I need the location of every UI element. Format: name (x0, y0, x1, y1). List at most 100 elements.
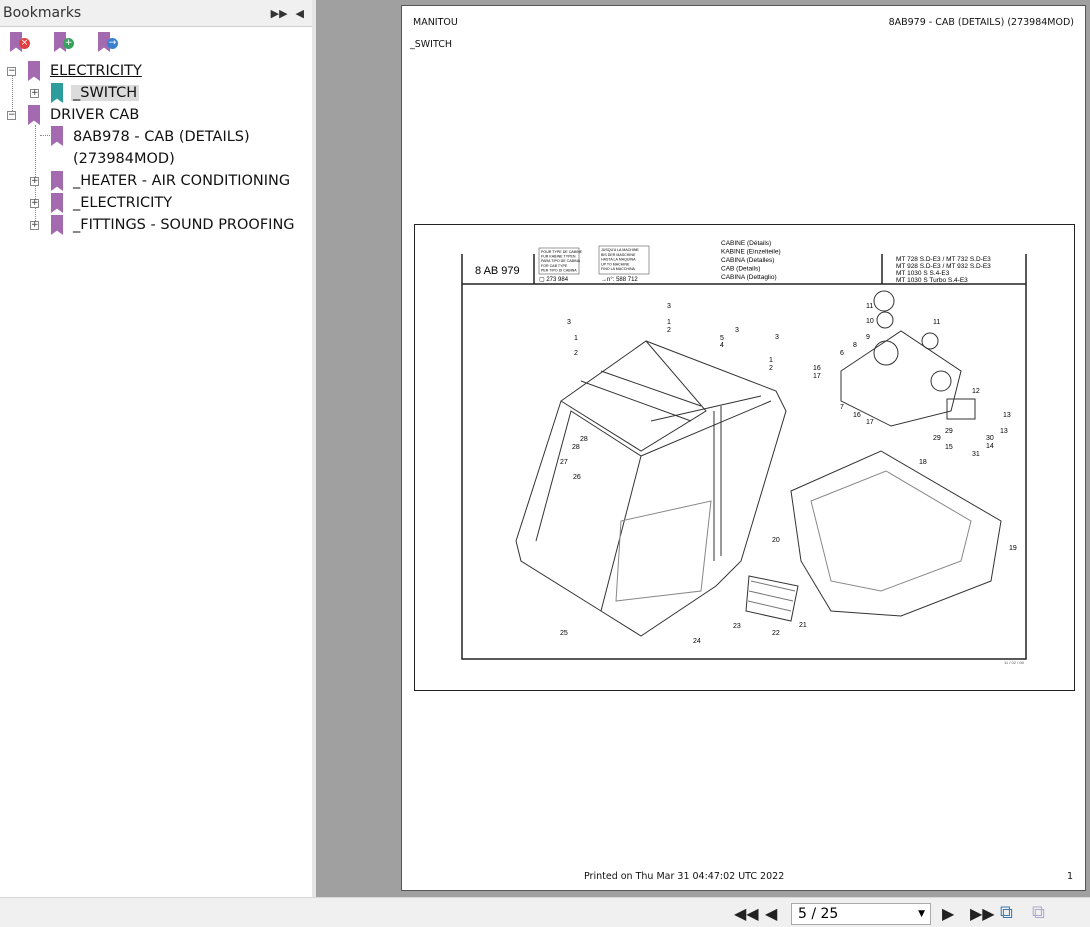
drawing-ref: 8 AB 979 (475, 265, 520, 277)
callout-label: 3 (775, 334, 779, 341)
machine-label: UP TO MACHINE (601, 262, 630, 266)
bookmarks-header: Bookmarks ▶▶ ◀ (0, 0, 312, 27)
cab-type-label: PER TIPO DI CABINA (541, 268, 577, 272)
model-label: MT 928 S.D-E3 / MT 932 S.D-E3 (896, 263, 991, 270)
callout-label: 19 (1009, 545, 1017, 552)
callout-label: 30 (986, 435, 994, 442)
machine-label: HASTA LA MAQUINA (601, 258, 636, 262)
callout-label: 28 (572, 444, 580, 451)
collapse-icon[interactable]: − (7, 110, 16, 120)
parts-diagram: 8 AB 979 POUR TYPE DE CABINEFUR KABINE T… (414, 224, 1075, 691)
callout-label: 2 (769, 365, 773, 372)
expand-icon[interactable]: + (30, 176, 39, 186)
callout-label: 28 (580, 436, 588, 443)
forward-view-icon[interactable]: ⧉ (1032, 902, 1045, 923)
callout-label: 1 (667, 319, 671, 326)
options-icon[interactable]: ▶▶ (271, 7, 288, 20)
collapse-icon[interactable]: − (7, 66, 16, 76)
document-viewer: MANITOU 8AB979 - CAB (DETAILS) (273984MO… (316, 0, 1090, 897)
drawing-title: KABINE (Einzelteile) (721, 249, 781, 256)
tree-item-heater[interactable]: + _HEATER - AIR CONDITIONING (30, 170, 292, 192)
delete-bookmark-button[interactable]: × (10, 32, 30, 54)
cab-type-label: FUR KABINE TYPEN (541, 255, 576, 259)
cab-type-number: ▢ 273 984 (539, 277, 569, 283)
page-number: 1 (1066, 871, 1073, 882)
bookmarks-title: Bookmarks (3, 5, 82, 21)
drawing-title: CABINA (Detalles) (721, 257, 774, 264)
callout-label: 22 (772, 630, 780, 637)
tree-item-fittings[interactable]: + _FITTINGS - SOUND PROOFING (30, 214, 297, 236)
callout-label: 11 (866, 303, 873, 310)
callout-label: 7 (840, 404, 844, 411)
callout-label: 16 (853, 412, 861, 419)
bookmark-icon (51, 171, 63, 191)
callout-label: 29 (933, 435, 941, 442)
cab-type-label: FOR CAB TYPE (541, 264, 568, 268)
back-view-icon[interactable]: ⧉ (1000, 902, 1013, 923)
header-left: MANITOU (413, 17, 458, 28)
tree-item-8ab978[interactable]: 8AB978 - CAB (DETAILS) (273984MOD) (51, 126, 252, 170)
machine-label: BIS DER MASCHINE (601, 253, 636, 257)
callout-label: 21 (799, 622, 807, 629)
callout-label: 12 (972, 388, 980, 395)
callout-label: 27 (560, 459, 568, 466)
cab-type-label: POUR TYPE DE CABINE (541, 250, 583, 254)
callout-label: 17 (813, 373, 821, 380)
chevron-down-icon: ▼ (918, 909, 925, 919)
callout-label: 23 (733, 623, 741, 630)
last-page-icon[interactable]: ▶▶ (970, 904, 995, 923)
callout-label: 6 (840, 350, 844, 357)
callout-label: 20 (772, 537, 780, 544)
callout-label: 3 (735, 327, 739, 334)
footer-printed: Printed on Thu Mar 31 04:47:02 UTC 2022 (584, 871, 785, 882)
bookmark-icon (51, 126, 63, 146)
header-right: 8AB979 - CAB (DETAILS) (273984MOD) (888, 17, 1074, 28)
drawing-title: CAB (Details) (721, 266, 760, 273)
callout-label: 2 (574, 350, 578, 357)
callout-label: 3 (567, 319, 571, 326)
callout-label: 10 (866, 318, 874, 325)
callout-label: 15 (945, 444, 953, 451)
drawing-title: CABINE (Détails) (721, 240, 771, 247)
expand-icon[interactable]: + (30, 198, 39, 208)
pdf-page: MANITOU 8AB979 - CAB (DETAILS) (273984MO… (401, 5, 1086, 891)
callout-label: 2 (667, 327, 671, 334)
add-bookmark-button[interactable]: + (54, 32, 74, 54)
drawing-title: CABINA (Dettaglio) (721, 274, 777, 281)
callout-label: 8 (853, 342, 857, 349)
bookmark-icon (28, 105, 40, 125)
previous-page-icon[interactable]: ◀ (765, 904, 777, 923)
page-selector[interactable]: 5 / 25 ▼ (791, 903, 931, 925)
machine-label: JUSQU'A LA MACHINE (601, 248, 639, 252)
callout-label: 4 (720, 342, 724, 349)
callout-label: 17 (866, 419, 874, 426)
tree-item-electricity-2[interactable]: + _ELECTRICITY (30, 192, 174, 214)
collapse-panel-icon[interactable]: ◀ (296, 7, 304, 20)
callout-label: 16 (813, 365, 821, 372)
navigation-toolbar: ◀◀ ◀ 5 / 25 ▼ ▶ ▶▶ ⧉ ⧉ (0, 897, 1090, 927)
callout-label: 13 (1003, 412, 1011, 419)
next-page-icon[interactable]: ▶ (942, 904, 954, 923)
model-label: MT 1030 S S.4-E3 (896, 270, 950, 277)
expand-icon[interactable]: + (30, 220, 39, 230)
expand-icon[interactable]: + (30, 88, 39, 98)
callout-label: 24 (693, 638, 701, 645)
add-child-bookmark-button[interactable]: → (98, 32, 118, 54)
first-page-icon[interactable]: ◀◀ (734, 904, 759, 923)
callout-label: 31 (972, 451, 980, 458)
tree-item-switch[interactable]: + _SWITCH (30, 82, 140, 104)
drawing-date: 11 / 02 / 08 (1004, 660, 1024, 665)
tree-item-electricity[interactable]: − ELECTRICITY (7, 60, 144, 82)
callout-label: 14 (986, 443, 994, 450)
bookmarks-panel: Bookmarks ▶▶ ◀ × + → − ELECTRICITY + _SWIT… (0, 0, 312, 897)
machine-label: FINO LA MACCHINA (601, 267, 636, 271)
callout-label: 3 (667, 303, 671, 310)
tree-item-driver-cab[interactable]: − DRIVER CAB (7, 104, 141, 126)
callout-label: 1 (574, 335, 578, 342)
machine-number: →n°: 588 712 (601, 277, 638, 283)
section-title: _SWITCH (410, 39, 452, 50)
callout-label: 13 (1000, 428, 1008, 435)
callout-label: 25 (560, 630, 568, 637)
bookmark-icon (51, 83, 63, 103)
callout-label: 18 (919, 459, 927, 466)
